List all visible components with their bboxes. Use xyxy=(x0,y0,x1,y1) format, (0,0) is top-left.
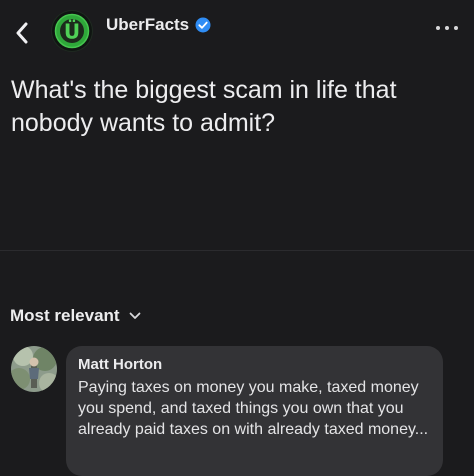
chevron-down-icon xyxy=(129,312,140,319)
sort-label: Most relevant xyxy=(10,306,120,325)
comment-bubble: Matt Horton Paying taxes on money you ma… xyxy=(66,346,443,476)
page-avatar[interactable]: Ü xyxy=(51,10,93,52)
back-button[interactable] xyxy=(10,19,34,47)
comment-text: Paying taxes on money you make, taxed mo… xyxy=(78,379,429,438)
comment-sort-dropdown[interactable]: Most relevant xyxy=(10,306,141,326)
comment-author[interactable]: Matt Horton xyxy=(78,356,162,373)
more-dot xyxy=(445,26,449,30)
post-text: What's the biggest scam in life that nob… xyxy=(11,76,397,137)
svg-text:Ü: Ü xyxy=(64,20,80,44)
chevron-left-icon xyxy=(16,22,28,44)
verified-badge-icon xyxy=(195,17,211,33)
page-name-label: UberFacts xyxy=(106,15,190,34)
post-divider xyxy=(0,250,474,251)
post-header: Ü UberFacts xyxy=(0,0,474,62)
avatar-photo xyxy=(11,346,57,392)
page-name[interactable]: UberFacts xyxy=(106,15,211,35)
more-options-button[interactable] xyxy=(436,22,458,34)
uberfacts-logo-icon: Ü xyxy=(52,11,92,51)
more-dot xyxy=(454,26,458,30)
commenter-avatar[interactable] xyxy=(11,346,57,392)
more-dot xyxy=(436,26,440,30)
